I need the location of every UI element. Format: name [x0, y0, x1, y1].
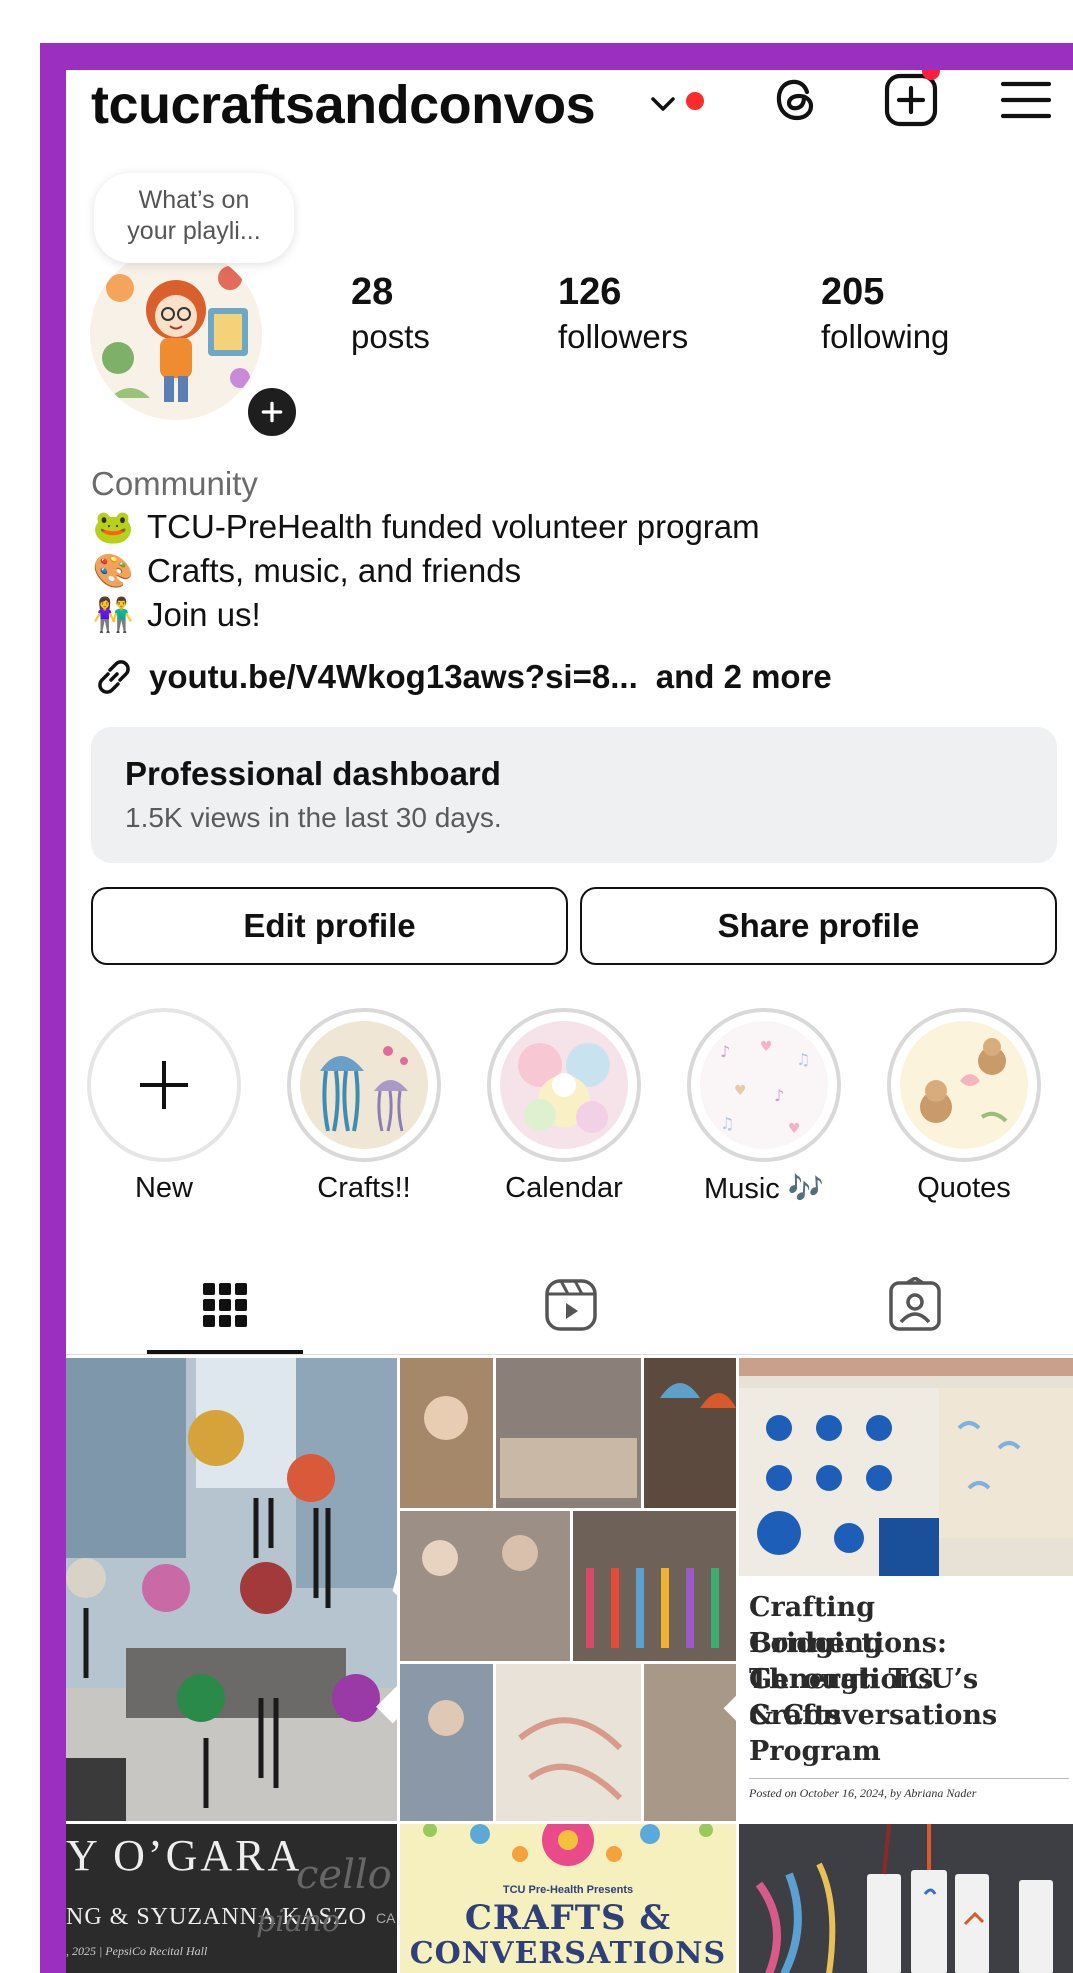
flowers-decoration [423, 1824, 713, 1866]
plus-icon [140, 1061, 188, 1109]
stat-posts[interactable]: 28 posts [351, 270, 430, 360]
notification-dot [686, 92, 704, 110]
highlight-cover: ♪ ♥ ♫ ♥ ♪ ♫ ♥ [700, 1021, 828, 1149]
chevron-down-icon[interactable] [647, 88, 679, 120]
bio-line: 👫 Join us! [91, 593, 261, 637]
post-tile[interactable]: Crafting Connections: Bridging Generatio… [739, 1358, 1073, 1821]
profile-header: tcucraftsandconvos [66, 70, 1073, 160]
avatar[interactable] [90, 248, 262, 420]
svg-text:♪: ♪ [774, 1086, 784, 1105]
add-story-button[interactable] [244, 384, 300, 440]
stat-value: 28 [351, 271, 394, 313]
article-meta: Posted on October 16, 2024, by Abriana N… [749, 1786, 977, 1800]
concert-script: cello [296, 1852, 392, 1898]
highlight-music[interactable]: ♪ ♥ ♫ ♥ ♪ ♫ ♥ Music 🎶 [684, 1008, 844, 1206]
stat-value: 126 [558, 271, 622, 313]
grid-icon [203, 1283, 247, 1327]
highlight-label: Calendar [505, 1172, 623, 1204]
stat-value: 205 [821, 271, 885, 313]
svg-text:♫: ♫ [796, 1050, 810, 1069]
stat-followers[interactable]: 126 followers [558, 270, 688, 360]
svg-text:♪: ♪ [720, 1042, 730, 1061]
highlight-label: Crafts!! [317, 1172, 411, 1204]
post-tile[interactable]: TCU Pre-Health Presents CRAFTS & CONVERS… [400, 1824, 736, 1973]
tagged-icon [889, 1277, 941, 1331]
palette-icon: 🎨 [92, 552, 134, 589]
highlight-label: New [134, 1172, 193, 1204]
bio-line: 🎨 Crafts, music, and friends [91, 549, 521, 593]
stat-following[interactable]: 205 following [821, 270, 949, 360]
bio-text: TCU-PreHealth funded volunteer program [147, 508, 760, 545]
concert-script-2: piano [256, 1904, 341, 1939]
stat-label: following [821, 318, 950, 355]
tab-divider [66, 1354, 1073, 1355]
svg-text:♥: ♥ [734, 1083, 747, 1099]
note-line-1: What’s on [138, 186, 250, 214]
highlight-cover [300, 1021, 428, 1149]
bio-line: 🐸 TCU-PreHealth funded volunteer program [91, 505, 760, 549]
tagged-tab[interactable] [837, 1260, 993, 1350]
highlight-ring [87, 1008, 241, 1162]
concert-date: , 2025 | PepsiCo Recital Hall [66, 1944, 208, 1958]
svg-text:♥: ♥ [760, 1039, 773, 1055]
highlight-quotes[interactable]: Quotes [884, 1008, 1044, 1205]
article-line: & Conversations [749, 1700, 998, 1731]
highlight-cover [500, 1021, 628, 1149]
svg-text:♥: ♥ [788, 1121, 801, 1137]
stat-label: followers [558, 318, 689, 355]
carousel-icon [1029, 1840, 1073, 1973]
highlight-cover [900, 1021, 1028, 1149]
highlight-label: Music 🎶 [704, 1173, 824, 1205]
article-line: Program [749, 1736, 881, 1767]
threads-icon[interactable] [766, 70, 826, 130]
reels-tab[interactable] [493, 1260, 649, 1350]
note-bubble[interactable]: What’s on your playli... [94, 173, 294, 263]
highlight-ring [487, 1008, 641, 1162]
bio-text: Crafts, music, and friends [147, 552, 522, 589]
profile-screen: tcucraftsandconvos What’s on your playli… [66, 70, 1073, 1973]
highlight-crafts[interactable]: Crafts!! [284, 1008, 444, 1205]
menu-icon[interactable] [996, 70, 1056, 130]
bio-link-text[interactable]: youtu.be/V4Wkog13aws?si=8... [149, 658, 638, 696]
post-tile[interactable] [739, 1824, 1073, 1973]
bio-text: Join us! [147, 596, 261, 633]
highlight-ring: ♪ ♥ ♫ ♥ ♪ ♫ ♥ [687, 1008, 841, 1162]
article-divider [749, 1778, 1069, 1779]
bio-link-more[interactable]: and 2 more [656, 658, 832, 696]
grid-tab[interactable] [147, 1260, 303, 1350]
dashboard-title: Professional dashboard [125, 755, 501, 792]
username-switcher[interactable]: tcucraftsandconvos [91, 70, 596, 140]
people-icon: 👫 [92, 596, 134, 633]
pin-icon [1068, 1699, 1073, 1709]
edit-profile-button[interactable]: Edit profile [91, 887, 568, 965]
dashboard-subtitle: 1.5K views in the last 30 days. [125, 802, 502, 833]
profile-tabs [66, 1260, 1073, 1350]
highlight-calendar[interactable]: Calendar [484, 1008, 644, 1205]
pin-icon [723, 1695, 736, 1721]
highlight-new[interactable]: New [84, 1008, 244, 1205]
professional-dashboard[interactable]: Professional dashboard 1.5K views in the… [91, 727, 1057, 863]
post-tile[interactable] [400, 1358, 736, 1821]
bio-link[interactable]: youtu.be/V4Wkog13aws?si=8... and 2 more [91, 654, 832, 700]
highlight-ring [287, 1008, 441, 1162]
stat-label: posts [351, 318, 430, 355]
highlight-label: Quotes [917, 1172, 1011, 1204]
flyer-title-2: CONVERSATIONS [409, 1936, 727, 1971]
post-tile[interactable] [66, 1358, 397, 1821]
svg-text:♫: ♫ [720, 1114, 734, 1133]
flyer-title: CRAFTS & [464, 1898, 672, 1938]
reels-icon [545, 1279, 597, 1331]
flyer-presenter: TCU Pre-Health Presents [502, 1884, 634, 1896]
frog-icon: 🐸 [92, 508, 134, 545]
link-icon [98, 660, 130, 694]
share-profile-button[interactable]: Share profile [580, 887, 1057, 965]
profile-category: Community [91, 465, 258, 502]
pin-icon [376, 1573, 397, 1724]
concert-title: Y O’GARA [66, 1831, 303, 1880]
post-tile[interactable]: Y O’GARA cello NG & SYUZANNA KASZO piano… [66, 1824, 397, 1973]
highlight-ring [887, 1008, 1041, 1162]
concert-ca: CA [376, 1910, 396, 1926]
note-line-2: your playli... [127, 217, 261, 245]
